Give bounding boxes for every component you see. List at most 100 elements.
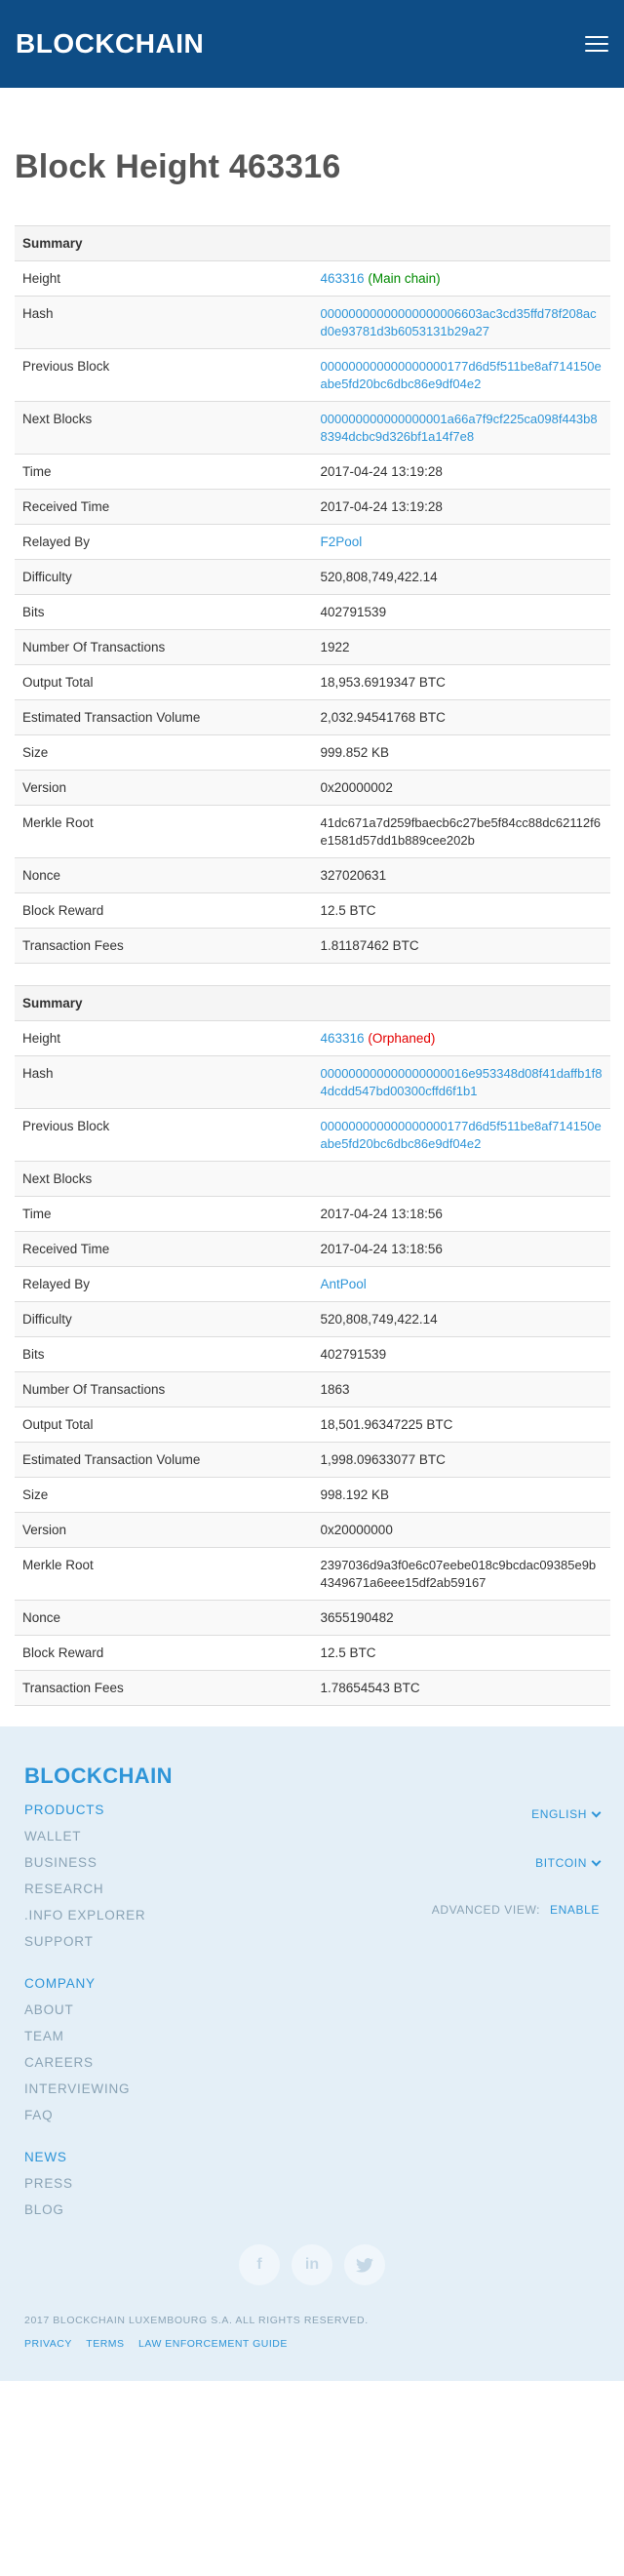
footer-link-blog[interactable]: BLOG (24, 2202, 600, 2217)
num-tx-label: Number Of Transactions (15, 629, 313, 665)
relayed-by-label: Relayed By (15, 1266, 313, 1302)
footer-link-news[interactable]: NEWS (24, 2150, 600, 2164)
tx-fees-value: 1.78654543 BTC (312, 1670, 610, 1706)
twitter-icon[interactable] (344, 2244, 385, 2285)
nonce-value: 3655190482 (312, 1600, 610, 1636)
hash-link[interactable]: 00000000000000000006603ac3cd35ffd78f208a… (321, 306, 597, 338)
height-link[interactable]: 463316 (321, 1031, 365, 1046)
next-block-link[interactable]: 000000000000000001a66a7f9cf225ca098f443b… (321, 412, 598, 444)
table-row: Next Blocks (15, 1161, 610, 1197)
previous-block-link[interactable]: 000000000000000000177d6d5f511be8af714150… (321, 1119, 602, 1151)
legal-links: PRIVACY TERMS LAW ENFORCEMENT GUIDE (24, 2334, 600, 2352)
tx-fees-value: 1.81187462 BTC (312, 928, 610, 964)
bits-value: 402791539 (312, 594, 610, 630)
table-row: Hash 00000000000000000006603ac3cd35ffd78… (15, 296, 610, 349)
block-summary-table-main: Summary Height 463316 (Main chain) Hash … (15, 225, 610, 964)
height-label: Height (15, 260, 313, 297)
num-tx-value: 1922 (312, 629, 610, 665)
version-label: Version (15, 1512, 313, 1548)
footer-link-press[interactable]: PRESS (24, 2176, 600, 2191)
footer-products: PRODUCTS WALLET BUSINESS RESEARCH .INFO … (24, 1803, 600, 1949)
linkedin-icon[interactable]: in (292, 2244, 332, 2285)
table-row: Received Time 2017-04-24 13:18:56 (15, 1231, 610, 1267)
language-value[interactable]: ENGLISH (531, 1807, 587, 1821)
time-label: Time (15, 454, 313, 490)
footer-link-team[interactable]: TEAM (24, 2029, 600, 2043)
footer-link-terms[interactable]: TERMS (86, 2338, 124, 2350)
block-reward-value: 12.5 BTC (312, 892, 610, 929)
table-row: Block Reward 12.5 BTC (15, 892, 610, 929)
site-header: BLOCKCHAIN (0, 0, 624, 88)
advanced-view: ADVANCED VIEW: ENABLE (432, 1903, 600, 1917)
table-row: Next Blocks 000000000000000001a66a7f9cf2… (15, 401, 610, 455)
relayed-by-link[interactable]: AntPool (321, 1277, 367, 1291)
chevron-down-icon (591, 1856, 602, 1867)
table-row: Version 0x20000000 (15, 1512, 610, 1548)
language-selector[interactable]: ENGLISH (531, 1807, 602, 1821)
currency-selector[interactable]: BITCOIN (535, 1856, 602, 1870)
table-row: Transaction Fees 1.81187462 BTC (15, 928, 610, 964)
main-content: Block Height 463316 Summary Height 46331… (0, 88, 624, 1706)
next-blocks-label: Next Blocks (15, 1161, 313, 1197)
page-title: Block Height 463316 (15, 148, 341, 185)
footer-link-wallet[interactable]: WALLET (24, 1829, 600, 1843)
chain-status: (Main chain) (368, 271, 441, 286)
footer-link-about[interactable]: ABOUT (24, 2002, 600, 2017)
table-row: Hash 000000000000000000016e953348d08f41d… (15, 1055, 610, 1109)
difficulty-label: Difficulty (15, 1301, 313, 1337)
facebook-icon[interactable]: f (239, 2244, 280, 2285)
table-row: Difficulty 520,808,749,422.14 (15, 559, 610, 595)
footer-link-business[interactable]: BUSINESS (24, 1855, 600, 1870)
footer-link-research[interactable]: RESEARCH (24, 1882, 600, 1896)
hash-link[interactable]: 000000000000000000016e953348d08f41daffb1… (321, 1066, 603, 1098)
advanced-view-enable[interactable]: ENABLE (550, 1903, 600, 1917)
footer-link-law-enforcement[interactable]: LAW ENFORCEMENT GUIDE (138, 2338, 288, 2350)
table-row: Relayed By AntPool (15, 1266, 610, 1302)
copyright-text: 2017 BLOCKCHAIN LUXEMBOURG S.A. ALL RIGH… (24, 2315, 369, 2326)
height-link[interactable]: 463316 (321, 271, 365, 286)
merkle-root-value: 41dc671a7d259fbaecb6c27be5f84cc88dc62112… (312, 805, 610, 858)
summary-heading: Summary (15, 985, 610, 1021)
tx-fees-label: Transaction Fees (15, 1670, 313, 1706)
table-row: Estimated Transaction Volume 2,032.94541… (15, 699, 610, 735)
version-value: 0x20000000 (312, 1512, 610, 1548)
bits-value: 402791539 (312, 1336, 610, 1372)
table-row: Transaction Fees 1.78654543 BTC (15, 1670, 610, 1706)
output-total-label: Output Total (15, 1407, 313, 1443)
size-value: 999.852 KB (312, 734, 610, 771)
nonce-label: Nonce (15, 857, 313, 893)
currency-value[interactable]: BITCOIN (535, 1856, 587, 1870)
footer-link-products[interactable]: PRODUCTS (24, 1803, 600, 1817)
hamburger-menu-icon[interactable] (585, 36, 608, 52)
difficulty-value: 520,808,749,422.14 (312, 559, 610, 595)
blockchain-logo[interactable]: BLOCKCHAIN (16, 28, 204, 59)
table-row: Height 463316 (Main chain) (15, 260, 610, 297)
version-value: 0x20000002 (312, 770, 610, 806)
size-value: 998.192 KB (312, 1477, 610, 1513)
merkle-root-label: Merkle Root (15, 1547, 313, 1601)
previous-block-link[interactable]: 000000000000000000177d6d5f511be8af714150… (321, 359, 602, 391)
table-row: Output Total 18,501.96347225 BTC (15, 1407, 610, 1443)
footer-link-interviewing[interactable]: INTERVIEWING (24, 2081, 600, 2096)
est-volume-value: 2,032.94541768 BTC (312, 699, 610, 735)
block-summary-table-orphaned: Summary Height 463316 (Orphaned) Hash 00… (15, 985, 610, 1706)
hash-label: Hash (15, 1055, 313, 1109)
footer-link-company[interactable]: COMPANY (24, 1976, 600, 1991)
footer-logo[interactable]: BLOCKCHAIN (24, 1764, 600, 1789)
table-row: Received Time 2017-04-24 13:19:28 (15, 489, 610, 525)
table-row: Bits 402791539 (15, 1336, 610, 1372)
block-reward-label: Block Reward (15, 1635, 313, 1671)
difficulty-label: Difficulty (15, 559, 313, 595)
difficulty-value: 520,808,749,422.14 (312, 1301, 610, 1337)
footer-link-support[interactable]: SUPPORT (24, 1934, 600, 1949)
footer-link-careers[interactable]: CAREERS (24, 2055, 600, 2070)
footer-link-privacy[interactable]: PRIVACY (24, 2338, 72, 2350)
table-row: Number Of Transactions 1922 (15, 629, 610, 665)
site-footer: BLOCKCHAIN ENGLISH BITCOIN ADVANCED VIEW… (0, 1726, 624, 2381)
time-value: 2017-04-24 13:19:28 (312, 454, 610, 490)
table-row: Number Of Transactions 1863 (15, 1371, 610, 1407)
footer-link-faq[interactable]: FAQ (24, 2108, 600, 2122)
table-row: Estimated Transaction Volume 1,998.09633… (15, 1442, 610, 1478)
relayed-by-link[interactable]: F2Pool (321, 535, 363, 549)
received-time-value: 2017-04-24 13:19:28 (312, 489, 610, 525)
